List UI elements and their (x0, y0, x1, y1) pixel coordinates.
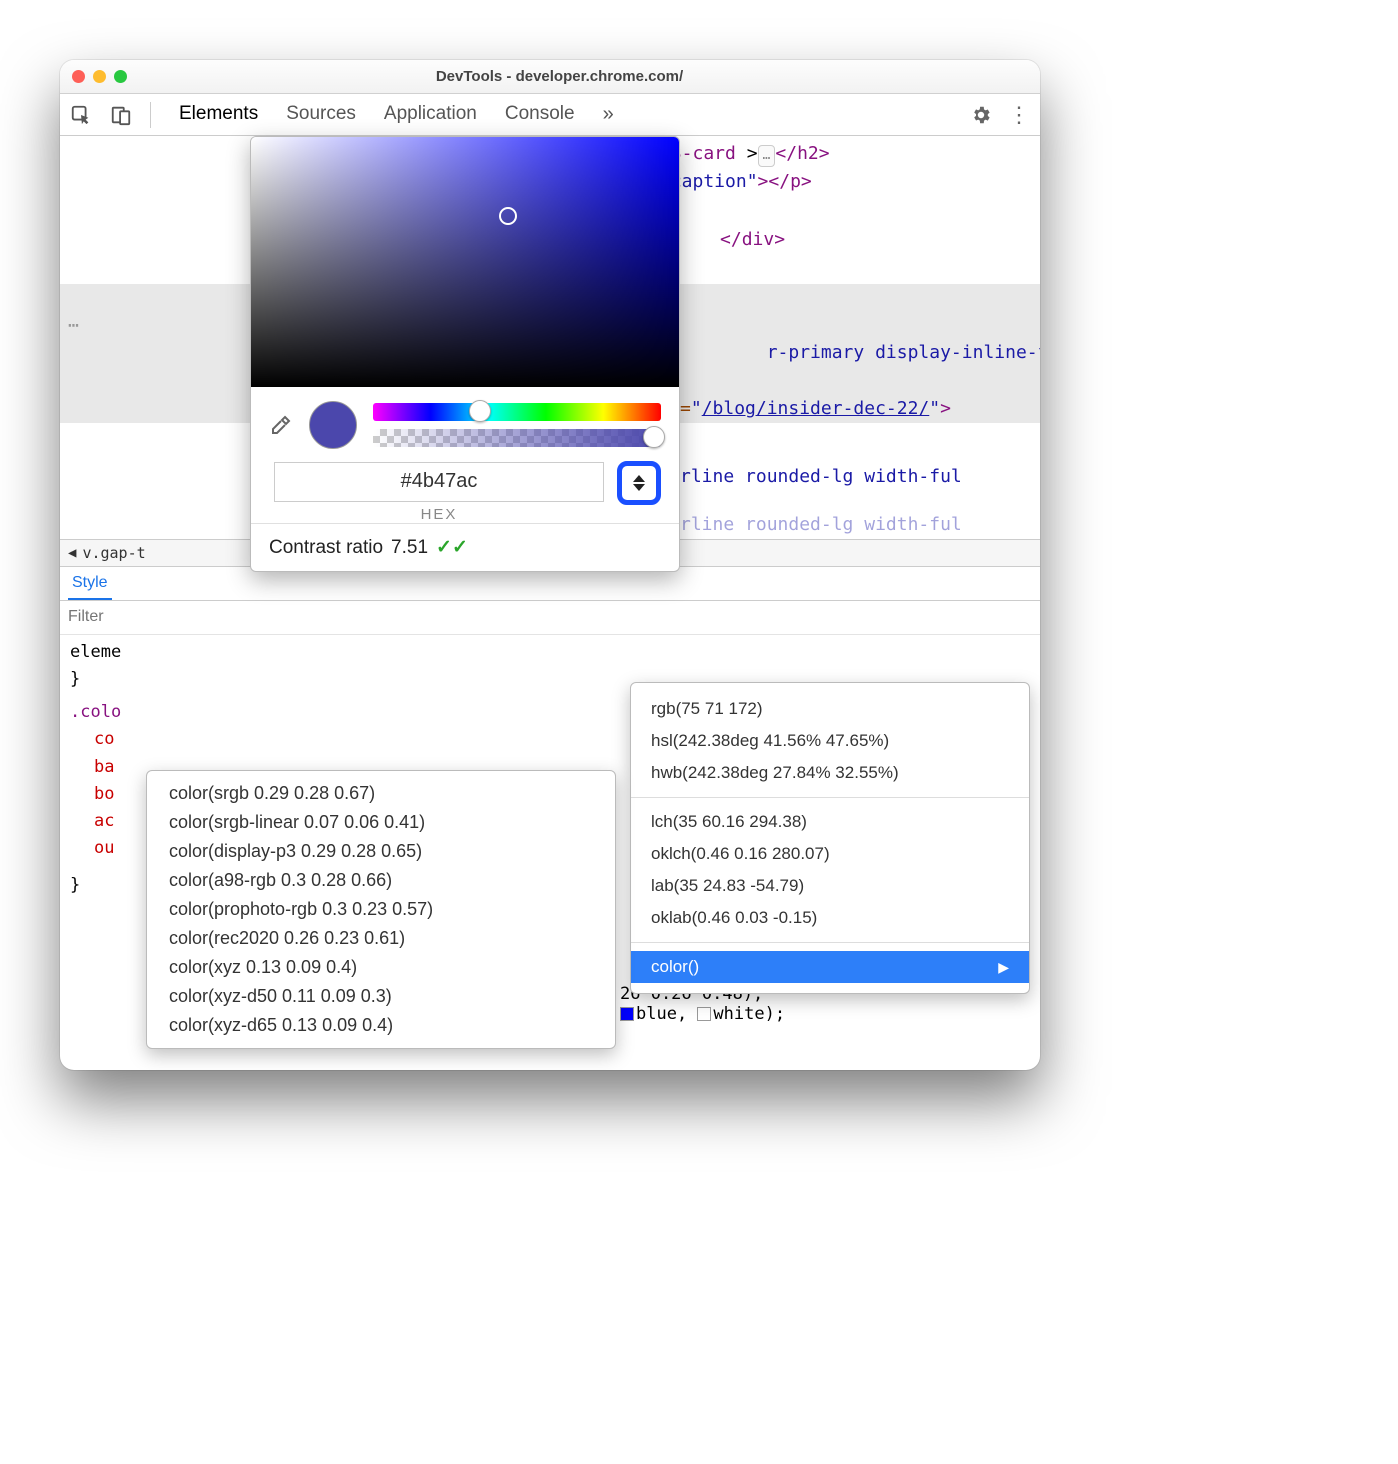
tab-console[interactable]: Console (505, 103, 575, 126)
menu-item-srgb[interactable]: color(srgb 0.29 0.28 0.67) (147, 779, 615, 808)
alpha-slider[interactable] (373, 429, 661, 447)
tab-application[interactable]: Application (384, 103, 477, 126)
inspect-element-icon[interactable] (70, 104, 92, 126)
styles-filter-row (60, 601, 1040, 635)
menu-item-xyz-d65[interactable]: color(xyz-d65 0.13 0.09 0.4) (147, 1011, 615, 1040)
current-color-swatch[interactable] (309, 401, 357, 449)
menu-item-lab[interactable]: lab(35 24.83 -54.79) (631, 870, 1029, 902)
breadcrumb-prev-icon[interactable]: ◀ (68, 545, 76, 561)
devtools-toolbar: Elements Sources Application Console » ⋮ (60, 94, 1040, 136)
menu-item-lch[interactable]: lch(35 60.16 294.38) (631, 806, 1029, 838)
color-picker-popover: HEX Contrast ratio 7.51 ✓✓ (250, 136, 680, 572)
selected-row-marker-icon: ⋯ (68, 312, 79, 340)
more-menu-icon[interactable]: ⋮ (1008, 102, 1030, 128)
hex-input[interactable] (274, 462, 604, 502)
contrast-row[interactable]: Contrast ratio 7.51 ✓✓ (251, 523, 679, 571)
window-titlebar: DevTools - developer.chrome.com/ (60, 60, 1040, 94)
contrast-value: 7.51 (391, 537, 428, 559)
menu-item-prophoto-rgb[interactable]: color(prophoto-rgb 0.3 0.23 0.57) (147, 895, 615, 924)
eyedropper-icon[interactable] (269, 413, 293, 437)
close-window-icon[interactable] (72, 70, 85, 83)
collapsed-content-icon[interactable]: … (758, 145, 776, 167)
menu-item-hwb[interactable]: hwb(242.38deg 27.84% 32.55%) (631, 757, 1029, 789)
format-switcher-button[interactable] (617, 461, 661, 505)
menu-item-a98-rgb[interactable]: color(a98-rgb 0.3 0.28 0.66) (147, 866, 615, 895)
dom-link[interactable]: /blog/insider-dec-22/ (702, 398, 930, 419)
menu-item-color-fn[interactable]: color() ▶ (631, 951, 1029, 983)
sv-cursor-icon[interactable] (499, 207, 517, 225)
panel-tabs: Elements Sources Application Console » (179, 103, 614, 126)
css-value[interactable]: blue, white); (620, 1004, 785, 1024)
hex-label: HEX (421, 506, 458, 523)
hue-thumb-icon[interactable] (469, 400, 491, 422)
tab-sources[interactable]: Sources (286, 103, 356, 126)
hue-slider[interactable] (373, 403, 661, 421)
menu-item-display-p3[interactable]: color(display-p3 0.29 0.28 0.65) (147, 837, 615, 866)
menu-item-oklab[interactable]: oklab(0.46 0.03 -0.15) (631, 902, 1029, 934)
menu-item-srgb-linear[interactable]: color(srgb-linear 0.07 0.06 0.41) (147, 808, 615, 837)
menu-item-rgb[interactable]: rgb(75 71 172) (631, 693, 1029, 725)
tab-styles[interactable]: Style (68, 568, 112, 600)
color-fn-submenu: color(srgb 0.29 0.28 0.67) color(srgb-li… (146, 770, 616, 1049)
menu-item-xyz-d50[interactable]: color(xyz-d50 0.11 0.09 0.3) (147, 982, 615, 1011)
styles-pane-tabs: Style (60, 567, 1040, 601)
menu-item-rec2020[interactable]: color(rec2020 0.26 0.23 0.61) (147, 924, 615, 953)
color-swatch-icon[interactable] (620, 1007, 634, 1021)
submenu-caret-icon: ▶ (998, 959, 1009, 976)
color-format-menu: rgb(75 71 172) hsl(242.38deg 41.56% 47.6… (630, 682, 1030, 994)
menu-item-xyz[interactable]: color(xyz 0.13 0.09 0.4) (147, 953, 615, 982)
more-tabs-icon[interactable]: » (603, 103, 614, 126)
color-swatch-icon[interactable] (697, 1007, 711, 1021)
caret-up-icon (633, 475, 645, 482)
rule-selector[interactable]: eleme (70, 639, 1030, 666)
contrast-pass-icon: ✓✓ (436, 536, 468, 559)
saturation-value-field[interactable] (251, 137, 679, 387)
tab-elements[interactable]: Elements (179, 103, 258, 126)
device-toggle-icon[interactable] (110, 104, 132, 126)
styles-filter-input[interactable] (68, 608, 1032, 626)
caret-down-icon (633, 484, 645, 491)
settings-icon[interactable] (970, 104, 992, 126)
menu-item-hsl[interactable]: hsl(242.38deg 41.56% 47.65%) (631, 725, 1029, 757)
alpha-thumb-icon[interactable] (643, 426, 665, 448)
menu-item-oklch[interactable]: oklch(0.46 0.16 280.07) (631, 838, 1029, 870)
window-title: DevTools - developer.chrome.com/ (91, 68, 1028, 85)
breadcrumb-item[interactable]: v.gap-t (82, 544, 145, 562)
devtools-window: DevTools - developer.chrome.com/ Element… (60, 60, 1040, 1070)
contrast-label: Contrast ratio (269, 537, 383, 559)
